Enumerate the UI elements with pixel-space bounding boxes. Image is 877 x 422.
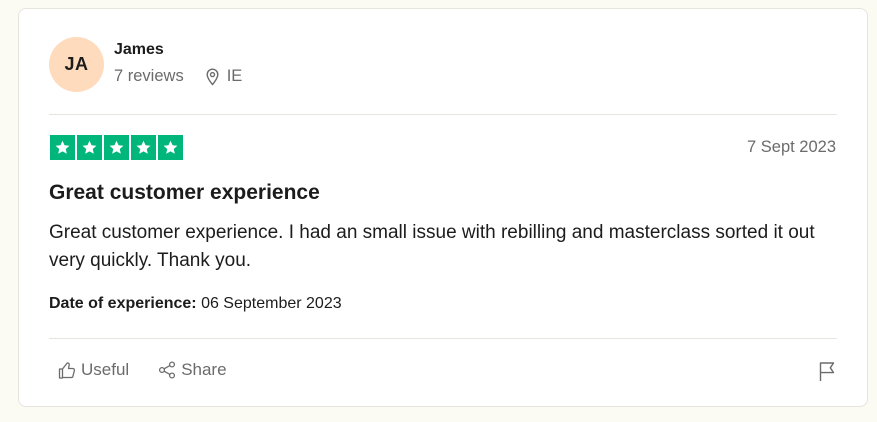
review-date: 7 Sept 2023	[747, 138, 836, 156]
star-icon	[163, 140, 178, 154]
review-actions: Useful Share	[57, 360, 255, 380]
thumbs-up-icon	[58, 362, 76, 379]
star-icon	[55, 140, 70, 154]
star-rating	[50, 135, 183, 160]
footer-divider	[49, 338, 837, 339]
useful-label: Useful	[81, 360, 130, 379]
star-5	[158, 135, 183, 160]
share-label: Share	[181, 360, 227, 379]
star-1	[50, 135, 75, 160]
star-4	[131, 135, 156, 160]
consumer-name[interactable]: James	[114, 41, 242, 59]
star-3	[104, 135, 129, 160]
review-count: 7 reviews	[114, 67, 184, 85]
consumer-location: IE	[204, 67, 243, 86]
experience-date: 06 September 2023	[201, 295, 342, 312]
share-button[interactable]: Share	[157, 360, 227, 380]
report-flag-button[interactable]	[817, 360, 837, 387]
review-body: Great customer experience. I had an smal…	[49, 222, 815, 271]
star-icon	[82, 140, 97, 154]
date-of-experience: Date of experience: 06 September 2023	[49, 295, 342, 313]
review-card: JA James 7 reviews IE 7 Sept 2023 Great …	[18, 8, 868, 407]
experience-label: Date of experience:	[49, 295, 197, 312]
share-icon	[159, 361, 176, 379]
consumer-info: James 7 reviews IE	[114, 41, 242, 86]
header-divider	[49, 114, 837, 115]
star-icon	[109, 140, 124, 154]
location-pin-icon	[206, 67, 219, 86]
consumer-meta: 7 reviews IE	[114, 67, 242, 86]
location-code: IE	[226, 67, 243, 85]
avatar[interactable]: JA	[49, 37, 104, 92]
review-header: JA James 7 reviews IE	[49, 37, 837, 92]
useful-button[interactable]: Useful	[57, 360, 129, 380]
review-title[interactable]: Great customer experience	[49, 181, 320, 205]
star-2	[77, 135, 102, 160]
flag-icon	[819, 362, 835, 381]
star-icon	[136, 140, 151, 154]
